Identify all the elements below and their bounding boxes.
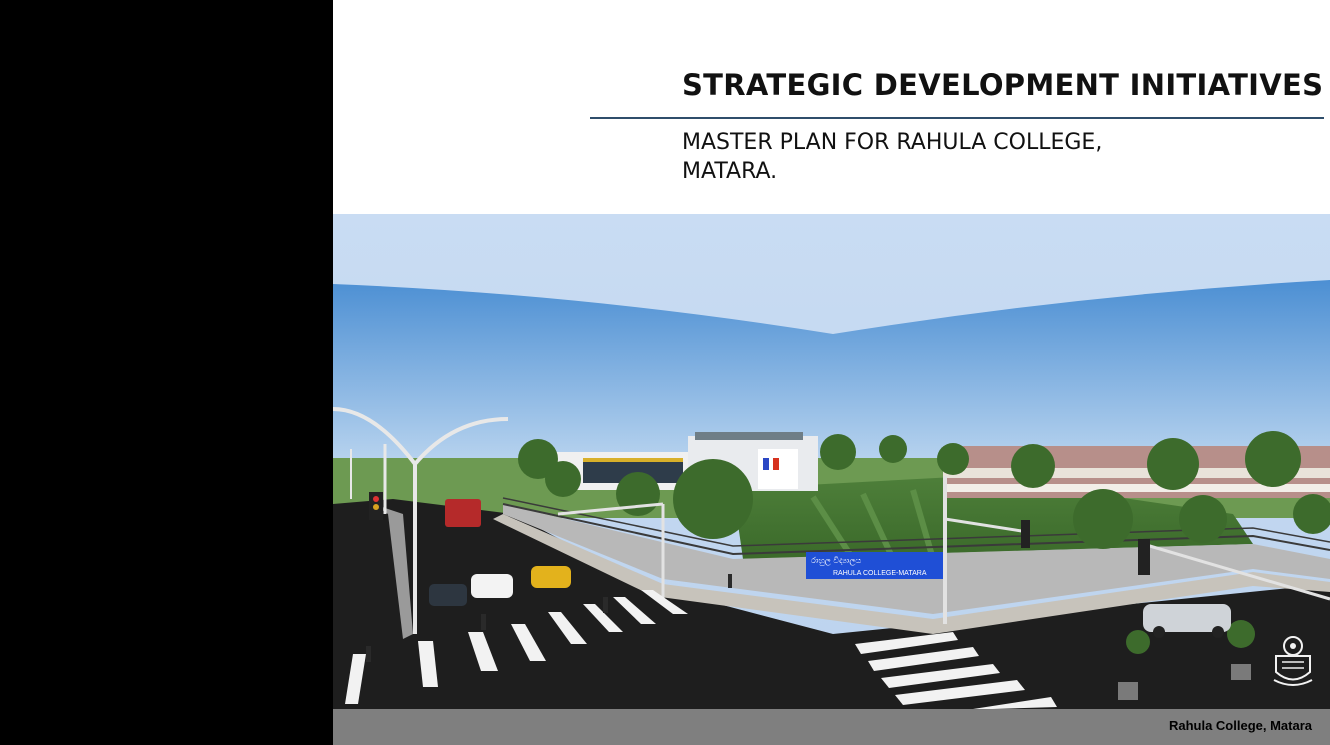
subtitle-line-1: MASTER PLAN FOR RAHULA COLLEGE, — [682, 130, 1103, 155]
left-black-margin — [0, 0, 333, 745]
slide-subtitle: MASTER PLAN FOR RAHULA COLLEGE, MATARA. — [682, 128, 1202, 186]
bus — [445, 499, 481, 527]
sign-english-text: RAHULA COLLEGE-MATARA — [833, 570, 927, 577]
title-divider — [590, 117, 1324, 119]
slide: STRATEGIC DEVELOPMENT INITIATIVES MASTER… — [333, 0, 1330, 745]
sign-sinhala-text: රාහුල විද්‍යාලය — [811, 556, 861, 566]
college-sign: රාහුල විද්‍යාලය RAHULA COLLEGE-MATARA — [806, 552, 944, 579]
slide-title: STRATEGIC DEVELOPMENT INITIATIVES — [682, 68, 1324, 102]
architectural-render: රාහුල විද්‍යාලය RAHULA COLLEGE-MATARA — [333, 214, 1330, 709]
subtitle-line-2: MATARA. — [682, 159, 778, 184]
footer-bar: Rahula College, Matara — [333, 709, 1330, 745]
footer-text: Rahula College, Matara — [1168, 718, 1312, 733]
college-crest-logo — [1273, 636, 1313, 686]
